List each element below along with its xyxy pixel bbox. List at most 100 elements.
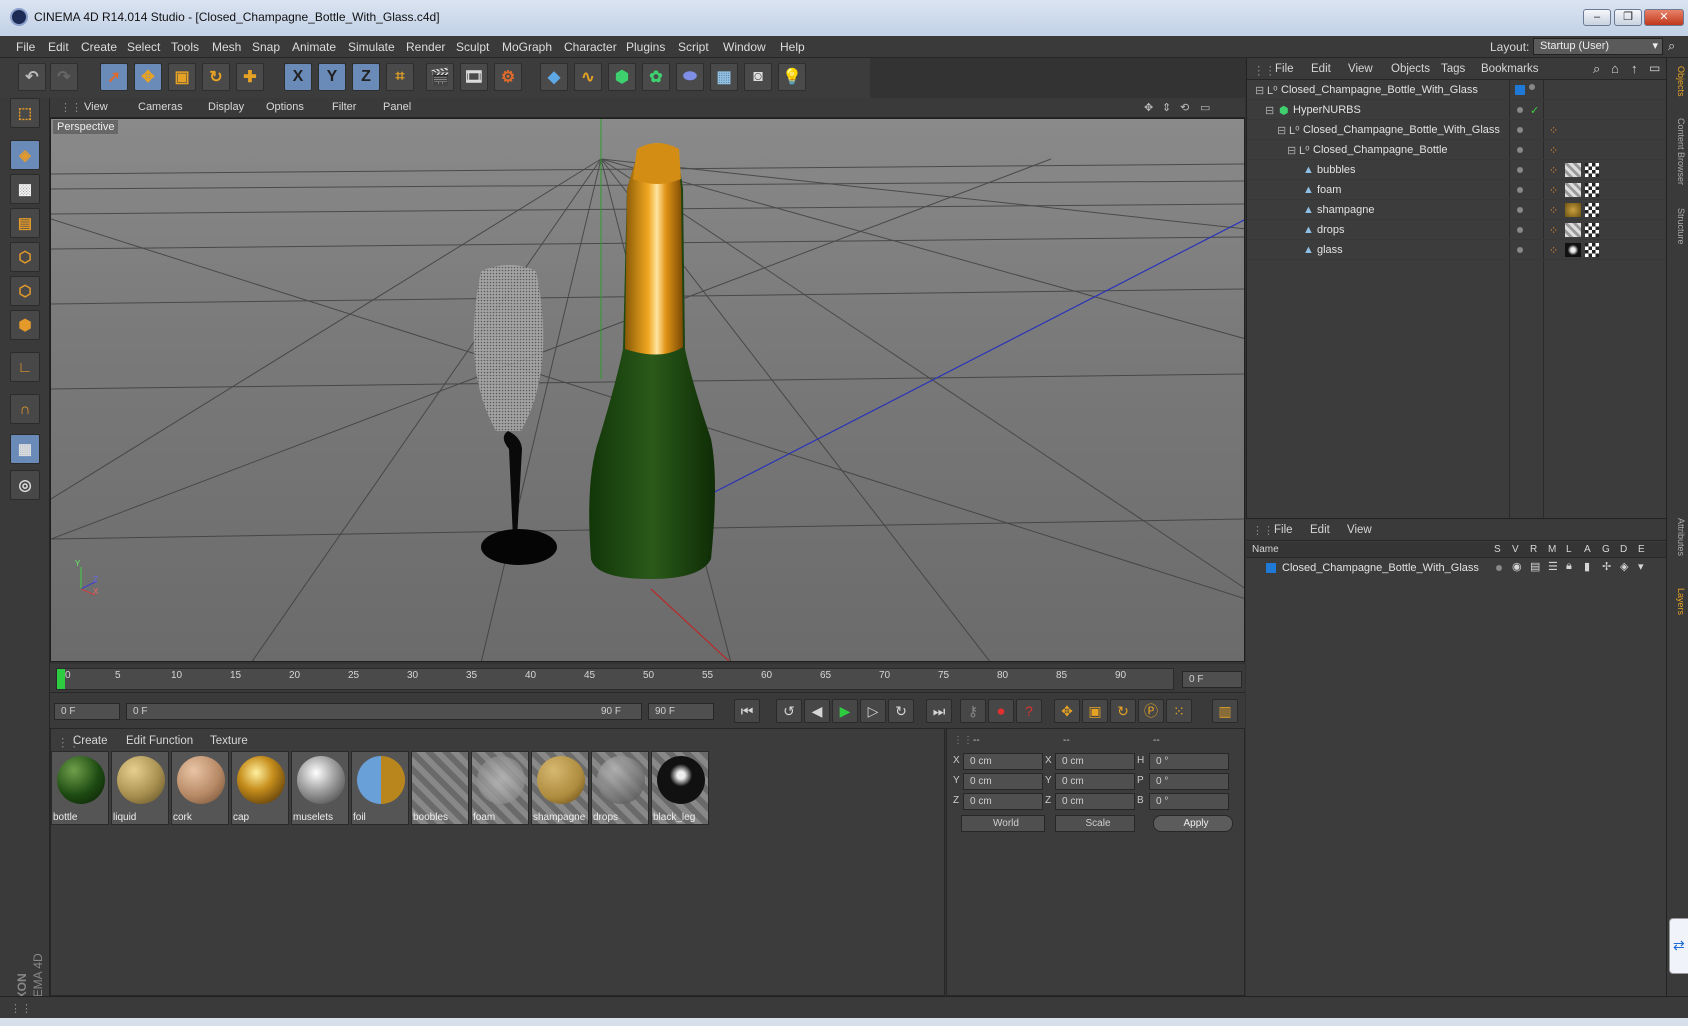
object-row[interactable]: ▲ drops ⁘ <box>1247 220 1667 240</box>
solo-mode-icon[interactable]: ◎ <box>10 470 40 500</box>
rotate-icon[interactable]: ↻ <box>202 63 230 91</box>
camera-icon[interactable]: ◙ <box>744 63 772 91</box>
menu-simulate[interactable]: Simulate <box>348 40 395 54</box>
pos-z-field[interactable]: 0 cm <box>963 793 1043 810</box>
workplane-mode-icon[interactable]: ▤ <box>10 208 40 238</box>
timeline-track[interactable]: 0 5 10 15 20 25 30 35 40 45 50 55 60 65 … <box>56 668 1174 690</box>
coordinate-system-icon[interactable]: ⌗ <box>386 63 414 91</box>
expression-icon[interactable]: ▾ <box>1638 560 1644 573</box>
material-tag-icon[interactable] <box>1565 163 1581 177</box>
viewport-menu-display[interactable]: Display <box>208 101 244 113</box>
close-button[interactable]: ✕ <box>1644 9 1684 26</box>
visibility-dot[interactable] <box>1517 227 1523 233</box>
object-row[interactable]: ⊟ ⬢ HyperNURBS ✓ <box>1247 100 1667 120</box>
cube-primitive-icon[interactable]: ◆ <box>540 63 568 91</box>
spline-icon[interactable]: ∿ <box>574 63 602 91</box>
key-parameter-icon[interactable]: Ⓟ <box>1138 699 1164 723</box>
visibility-dot[interactable] <box>1517 207 1523 213</box>
move-icon[interactable]: ✥ <box>134 63 162 91</box>
object-menu-objects[interactable]: Objects <box>1391 63 1430 75</box>
autokey-icon[interactable]: ⏺ <box>988 699 1014 723</box>
render-icon[interactable]: ▤ <box>1530 560 1540 573</box>
material-tag-icon[interactable] <box>1565 223 1581 237</box>
uvw-tag-icon[interactable] <box>1585 163 1599 177</box>
tab-layers[interactable]: Layers <box>1670 588 1686 615</box>
menu-file[interactable]: File <box>16 40 35 54</box>
maximize-view-icon[interactable]: ▭ <box>1200 101 1210 114</box>
pan-icon[interactable]: ✥ <box>1144 101 1153 114</box>
viewport-menu-options[interactable]: Options <box>266 101 304 113</box>
phong-tag-icon[interactable]: ⁘ <box>1549 124 1558 137</box>
pos-x-field[interactable]: 0 cm <box>963 753 1043 770</box>
column-view[interactable]: V <box>1512 544 1519 555</box>
size-x-field[interactable]: 0 cm <box>1055 753 1135 770</box>
orbit-icon[interactable]: ⟲ <box>1180 101 1189 114</box>
object-row[interactable]: ▲ shampagne ⁘ <box>1247 200 1667 220</box>
snap-magnet-icon[interactable]: ∩ <box>10 394 40 424</box>
menu-mograph[interactable]: MoGraph <box>502 40 552 54</box>
layer-row[interactable]: Closed_Champagne_Bottle_With_Glass ◉ ▤ ☰… <box>1246 559 1666 577</box>
end-frame-field[interactable]: 90 F <box>648 703 714 720</box>
material-menu-edit[interactable]: Edit <box>126 735 146 747</box>
tab-content-browser[interactable]: Content Browser <box>1670 118 1686 185</box>
column-solo[interactable]: S <box>1494 544 1501 555</box>
go-to-start-icon[interactable]: ⏮ <box>734 699 760 723</box>
column-render[interactable]: R <box>1530 544 1537 555</box>
layout-select[interactable]: Startup (User) ▾ <box>1533 38 1663 55</box>
object-menu-edit[interactable]: Edit <box>1311 63 1331 75</box>
phong-tag-icon[interactable]: ⁘ <box>1549 244 1558 257</box>
visibility-dot[interactable] <box>1517 247 1523 253</box>
y-axis-lock-button[interactable]: Y <box>318 63 346 91</box>
start-frame-field[interactable]: 0 F <box>54 703 120 720</box>
menu-script[interactable]: Script <box>678 40 709 54</box>
light-bulb-icon[interactable]: 💡 <box>778 63 806 91</box>
render-settings-icon[interactable]: ⚙ <box>494 63 522 91</box>
phong-tag-icon[interactable]: ⁘ <box>1549 224 1558 237</box>
tab-structure[interactable]: Structure <box>1670 208 1686 245</box>
menu-mesh[interactable]: Mesh <box>212 40 241 54</box>
next-key-icon[interactable]: ↻ <box>888 699 914 723</box>
material-tag-icon[interactable] <box>1565 203 1581 217</box>
uvw-tag-icon[interactable] <box>1585 223 1599 237</box>
material-swatch[interactable]: muselets <box>291 751 349 825</box>
key-position-icon[interactable]: ✥ <box>1054 699 1080 723</box>
frame-range-slider[interactable]: 0 F 90 F <box>126 703 642 720</box>
pos-y-field[interactable]: 0 cm <box>963 773 1043 790</box>
menu-render[interactable]: Render <box>406 40 445 54</box>
material-swatch[interactable]: cap <box>231 751 289 825</box>
visibility-dot[interactable] <box>1517 147 1523 153</box>
redo-icon[interactable]: ↷ <box>50 63 78 91</box>
size-z-field[interactable]: 0 cm <box>1055 793 1135 810</box>
object-menu-bookmarks[interactable]: Bookmarks <box>1481 63 1539 75</box>
viewport-menu-filter[interactable]: Filter <box>332 101 356 113</box>
render-view-icon[interactable]: 🎬 <box>426 63 454 91</box>
object-menu-tags[interactable]: Tags <box>1441 63 1465 75</box>
record-keys-icon[interactable]: ⚷ <box>960 699 986 723</box>
scene-floor-icon[interactable]: ▦ <box>710 63 738 91</box>
make-editable-icon[interactable]: ⬚ <box>10 98 40 128</box>
object-row[interactable]: ▲ bubbles ⁘ <box>1247 160 1667 180</box>
object-row[interactable]: ⊟ L⁰ Closed_Champagne_Bottle_With_Glass … <box>1247 120 1667 140</box>
teamviewer-tab[interactable]: ⇄ <box>1669 918 1688 974</box>
column-deformers[interactable]: D <box>1620 544 1627 555</box>
collapse-icon[interactable]: ⊟ <box>1265 104 1274 117</box>
array-icon[interactable]: ✿ <box>642 63 670 91</box>
layer-color-chip[interactable] <box>1266 563 1276 573</box>
object-row[interactable]: ▲ foam ⁘ <box>1247 180 1667 200</box>
perspective-viewport[interactable]: Perspective Y Z X <box>50 118 1245 662</box>
menu-snap[interactable]: Snap <box>252 40 280 54</box>
animation-icon[interactable]: ▮ <box>1584 560 1590 573</box>
new-view-icon[interactable]: ▭ <box>1649 61 1660 75</box>
workplane-lock-icon[interactable]: ▦ <box>10 434 40 464</box>
size-y-field[interactable]: 0 cm <box>1055 773 1135 790</box>
deformer-icon[interactable]: ◈ <box>1620 560 1628 573</box>
scale-icon[interactable]: ▣ <box>168 63 196 91</box>
apply-button[interactable]: Apply <box>1153 815 1233 832</box>
generator-icon[interactable]: ✢ <box>1602 560 1611 573</box>
menu-window[interactable]: Window <box>723 40 766 54</box>
menu-sculpt[interactable]: Sculpt <box>456 40 489 54</box>
viewport-menu-cameras[interactable]: Cameras <box>138 101 183 113</box>
solo-toggle[interactable] <box>1496 565 1502 571</box>
step-forward-icon[interactable]: ▷ <box>860 699 886 723</box>
column-locked[interactable]: L <box>1566 544 1572 555</box>
